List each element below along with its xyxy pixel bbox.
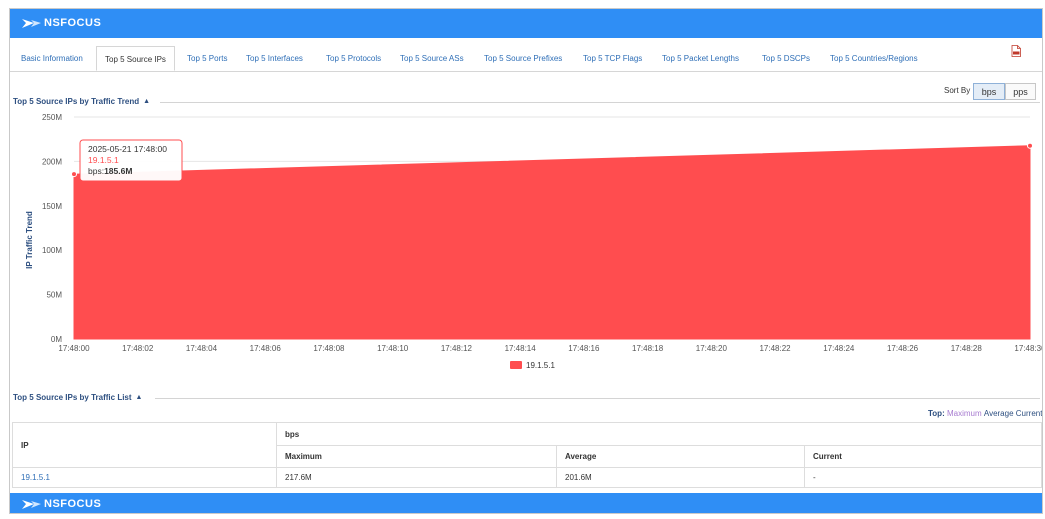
col-header-maximum: Maximum: [276, 445, 557, 468]
x-tick-label: 17:48:10: [377, 344, 409, 353]
x-tick-label: 17:48:04: [186, 344, 218, 353]
top-label: Top:: [928, 409, 945, 418]
col-header-ip: IP: [12, 422, 277, 468]
x-tick-label: 17:48:12: [441, 344, 473, 353]
x-tick-label: 17:48:26: [887, 344, 919, 353]
top-option-average[interactable]: Average: [984, 409, 1014, 418]
list-section-title[interactable]: Top 5 Source IPs by Traffic List ▲: [13, 393, 142, 402]
top-selector: Top: Maximum Average Current: [928, 409, 1042, 418]
col-header-average: Average: [556, 445, 805, 468]
y-tick-label: 100M: [42, 246, 62, 255]
row-maximum: 217.6M: [276, 467, 557, 488]
x-tick-label: 17:48:16: [568, 344, 600, 353]
tooltip-metric-line: bps:185.6M: [88, 166, 132, 176]
x-tick-label: 17:48:22: [759, 344, 791, 353]
col-header-current: Current: [804, 445, 1042, 468]
y-tick-label: 0M: [51, 335, 62, 344]
row-average: 201.6M: [556, 467, 805, 488]
col-header-metric: bps: [276, 422, 1042, 446]
x-tick-label: 17:48:18: [632, 344, 664, 353]
table-header-row: IP bps: [12, 422, 1042, 468]
x-tick-label: 17:48:14: [505, 344, 537, 353]
x-tick-label: 17:48:28: [951, 344, 983, 353]
row-ip-link[interactable]: 19.1.5.1: [12, 467, 277, 488]
footer-brand-name: NSFOCUS: [44, 498, 102, 510]
traffic-list-table: IP bps Maximum Average Current 19.1.5.1 …: [12, 422, 1042, 488]
row-current: -: [804, 467, 1042, 488]
top-option-maximum[interactable]: Maximum: [947, 409, 982, 418]
y-tick-label: 150M: [42, 202, 62, 211]
tooltip-ip: 19.1.5.1: [88, 155, 119, 165]
list-title-text: Top 5 Source IPs by Traffic List: [13, 393, 132, 402]
x-tick-label: 17:48:00: [58, 344, 90, 353]
list-section-divider: [155, 398, 1040, 399]
y-axis-title: IP Traffic Trend: [25, 211, 34, 269]
logo-mark-icon: [22, 499, 41, 509]
x-tick-label: 17:48:24: [823, 344, 855, 353]
tooltip-metric: bps:: [88, 166, 104, 176]
series-area: [73, 145, 1031, 340]
tooltip-time: 2025-05-21 17:48:00: [88, 144, 167, 154]
y-tick-label: 250M: [42, 113, 62, 122]
table-row: 19.1.5.1 217.6M 201.6M -: [12, 467, 1042, 488]
caret-up-icon[interactable]: ▲: [136, 394, 143, 401]
x-tick-label: 17:48:06: [250, 344, 282, 353]
nsfocus-footer-logo: NSFOCUS: [22, 498, 101, 510]
data-point: [71, 171, 77, 178]
tooltip-value: 185.6M: [104, 166, 132, 176]
traffic-trend-chart: 0M 50M 100M 150M 200M 250M 17:48:00 17:48:02 17:…: [25, 113, 1043, 370]
x-tick-label: 17:48:30: [1014, 344, 1043, 353]
legend-label: 19.1.5.1: [526, 361, 555, 370]
top-option-current[interactable]: Current: [1016, 409, 1042, 418]
legend-swatch: [510, 361, 522, 369]
y-tick-label: 200M: [42, 157, 62, 166]
data-point: [1027, 142, 1033, 149]
x-tick-label: 17:48:20: [696, 344, 728, 353]
x-tick-label: 17:48:08: [313, 344, 345, 353]
x-tick-label: 17:48:02: [122, 344, 154, 353]
footer-bar: NSFOCUS: [10, 493, 1042, 513]
y-tick-label: 50M: [46, 291, 62, 300]
app-frame: NSFOCUS Basic Information Top 5 Source I…: [9, 8, 1043, 514]
